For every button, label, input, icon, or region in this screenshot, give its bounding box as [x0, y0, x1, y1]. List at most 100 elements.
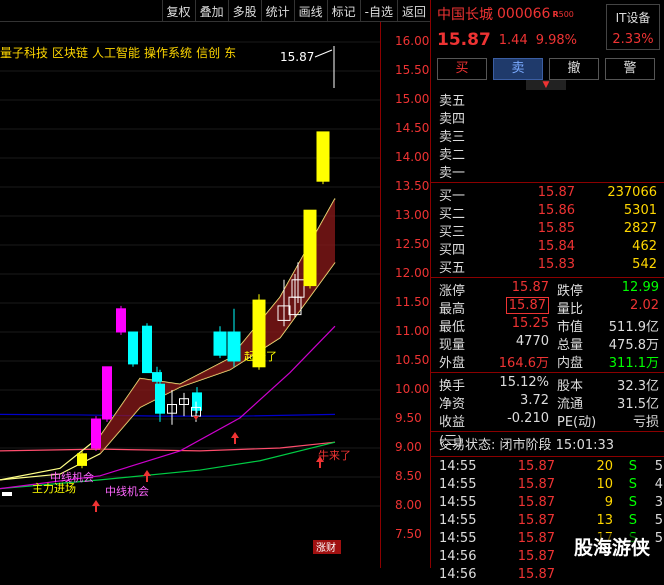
stat-value: 12.99 — [621, 280, 659, 295]
toolbar-button-6[interactable]: -自选 — [359, 0, 397, 22]
toolbar-button-5[interactable]: 标记 — [326, 0, 360, 22]
stat-label: 外盘 — [439, 356, 466, 371]
bid-volume: 237066 — [607, 185, 657, 200]
toolbar-button-3[interactable]: 统计 — [260, 0, 294, 22]
collapse-chevron-icon[interactable]: ▼ — [526, 80, 566, 90]
ask-row[interactable]: 卖三 — [431, 126, 664, 145]
trading-state: 交易状态: 闭市阶段 15:01:33 — [439, 438, 615, 453]
tick-time: 14:56 — [439, 567, 477, 582]
stat-row: 涨停 15.87 跌停 12.99 — [431, 280, 664, 299]
tick-count: 4 — [654, 477, 663, 492]
sector-pct: 2.33% — [612, 32, 654, 47]
candlestick-chart[interactable]: 15.87主力进场中线机会中线机会起涨了牛来了涨财 — [0, 22, 380, 568]
stat-value-text: 4770 — [515, 334, 549, 349]
sell-button[interactable]: 卖 — [493, 58, 543, 80]
axis-tick-label: 10.00 — [395, 382, 430, 396]
alert-button[interactable]: 警 — [605, 58, 655, 80]
stat-value: 31.5亿 — [617, 397, 659, 412]
ask-row[interactable]: 卖一 — [431, 162, 664, 181]
action-buttons: 买 卖 撤 警 — [437, 58, 664, 80]
stat-label: 总量 — [557, 338, 584, 353]
stat-row: 换手 15.12% 股本 32.3亿 — [431, 375, 664, 394]
buy-button[interactable]: 买 — [437, 58, 487, 80]
stat-value: 15.87 — [483, 297, 549, 316]
stat-row: 收益(三) -0.210 PE(动) 亏损 — [431, 411, 664, 449]
tick-row: 14:55 15.87 9 S 3 — [431, 495, 664, 513]
axis-tick-label: 12.00 — [395, 266, 430, 280]
bid-row[interactable]: 买一 15.87 237066 — [431, 185, 664, 204]
bid-volume: 542 — [632, 257, 657, 272]
stat-row: 最低 15.25 市值 511.9亿 — [431, 316, 664, 335]
bid-row[interactable]: 买二 15.86 5301 — [431, 203, 664, 222]
stat-value: 4770 — [483, 334, 549, 352]
chart-annotation: 起涨了 — [244, 350, 277, 363]
stats-grid: 涨停 15.87 跌停 12.99 最高 15.87 量比 2.02 最低 15.25 市值 511.… — [431, 280, 664, 371]
last-price: 15.87 — [437, 30, 491, 50]
ask-row[interactable]: 卖二 — [431, 144, 664, 163]
bid-row[interactable]: 买五 15.83 542 — [431, 257, 664, 276]
candle-body — [102, 366, 112, 420]
tick-row: 14:56 15.87 — [431, 567, 664, 585]
candle-body — [316, 131, 330, 182]
stat-value: -0.210 — [483, 411, 549, 429]
ask-row[interactable]: 卖四 — [431, 108, 664, 127]
axis-tick-label: 11.50 — [395, 295, 430, 309]
axis-tick-label: 16.00 — [395, 34, 430, 48]
bid-volume: 462 — [632, 239, 657, 254]
toolbar-button-4[interactable]: 画线 — [293, 0, 327, 22]
buy-signal-arrow-icon — [231, 432, 239, 444]
stat-label: 换手 — [439, 379, 466, 394]
divider — [431, 372, 664, 373]
bid-price: 15.83 — [537, 257, 575, 272]
fundamentals-grid: 换手 15.12% 股本 32.3亿 净资 3.72 流通 31.5亿 收益(三) -0.210 P… — [431, 375, 664, 449]
divider — [431, 182, 664, 183]
bid-price: 15.87 — [537, 185, 575, 200]
candle-body — [77, 453, 87, 466]
tick-time: 14:55 — [439, 459, 477, 474]
stat-value: 311.1万 — [608, 356, 659, 371]
kline-chart-area[interactable]: 复权 叠加 多股 统计 画线 标记 -自选 返回 量子科技 区块链 人工智能 操作系统 信创东 15.… — [0, 0, 430, 568]
tick-price: 15.87 — [517, 531, 555, 546]
tick-count: 5 — [654, 459, 663, 474]
bid-row[interactable]: 买四 15.84 462 — [431, 239, 664, 258]
candle-body — [116, 308, 126, 333]
stat-value-text: 15.12% — [499, 375, 549, 390]
stat-value: 15.12% — [483, 375, 549, 393]
price-axis: 16.00 15.50 15.00 14.50 14.00 13.50 13.00 12.50… — [380, 22, 430, 568]
tick-price: 15.87 — [517, 459, 555, 474]
tick-volume: 13 — [596, 513, 613, 528]
candle-body — [155, 383, 165, 414]
bid-list: 买一 15.87 237066 买二 15.86 5301 买三 15.85 2827 买四 15.… — [431, 185, 664, 276]
toolbar-button-0[interactable]: 复权 — [161, 0, 195, 22]
axis-tick-label: 15.50 — [395, 63, 430, 77]
axis-tick-label: 7.50 — [395, 527, 422, 541]
stat-value: 15.87 — [483, 280, 549, 298]
buy-signal-arrow-icon — [143, 470, 151, 482]
bid-volume: 2827 — [623, 221, 657, 236]
toolbar-button-7[interactable]: 返回 — [396, 0, 430, 22]
bid-label: 买五 — [439, 261, 466, 276]
divider — [431, 431, 664, 432]
tick-row: 14:55 15.87 20 S 5 — [431, 459, 664, 477]
tick-time: 14:55 — [439, 513, 477, 528]
peak-pointer-line — [314, 49, 333, 58]
moving-average-line — [0, 441, 336, 452]
tick-volume: 10 — [596, 477, 613, 492]
bid-price: 15.84 — [537, 239, 575, 254]
tick-volume: 20 — [596, 459, 613, 474]
chart-toolbar: 复权 叠加 多股 统计 画线 标记 -自选 返回 — [0, 0, 430, 22]
bid-row[interactable]: 买三 15.85 2827 — [431, 221, 664, 240]
toolbar-button-2[interactable]: 多股 — [227, 0, 261, 22]
stat-label: 最高 — [439, 302, 466, 317]
tick-side: S — [628, 477, 637, 492]
cancel-order-button[interactable]: 撤 — [549, 58, 599, 80]
divider — [431, 456, 664, 457]
stat-label: 量比 — [557, 302, 584, 317]
chart-annotation: 中线机会 — [105, 484, 149, 498]
tick-time: 14:55 — [439, 495, 477, 510]
toolbar-button-1[interactable]: 叠加 — [194, 0, 228, 22]
tick-side: S — [628, 513, 637, 528]
ask-row[interactable]: 卖五 — [431, 90, 664, 109]
stat-value: 15.25 — [483, 316, 549, 334]
sector-box[interactable]: IT设备 2.33% — [606, 4, 660, 50]
